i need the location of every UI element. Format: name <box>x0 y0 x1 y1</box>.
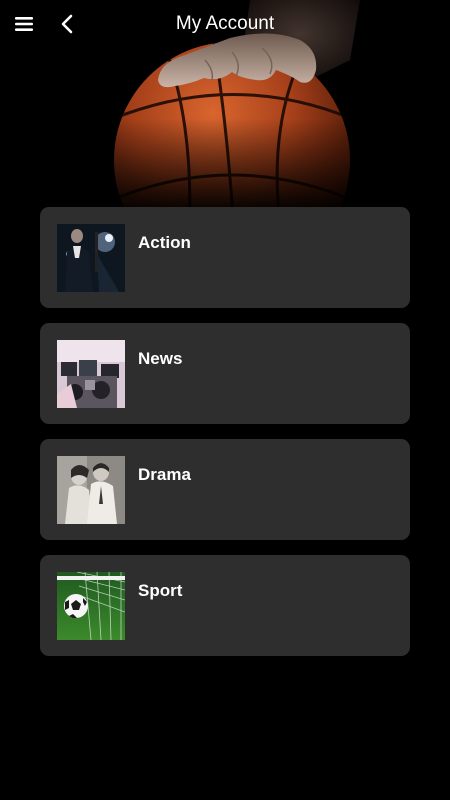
chevron-left-icon[interactable] <box>56 12 80 36</box>
category-list: Action News Drama Sport <box>40 207 410 671</box>
category-label: News <box>138 349 183 368</box>
drama-thumbnail <box>57 456 125 524</box>
category-card-action[interactable]: Action <box>40 207 410 308</box>
category-label: Sport <box>138 581 183 600</box>
hamburger-menu-icon[interactable] <box>12 12 36 36</box>
action-thumbnail <box>57 224 125 292</box>
category-label: Drama <box>138 465 191 484</box>
category-card-drama[interactable]: Drama <box>40 439 410 540</box>
top-bar: My Account <box>0 0 450 48</box>
category-card-sport[interactable]: Sport <box>40 555 410 656</box>
my-account-screen: My Account Action News Drama Sport <box>0 0 450 800</box>
sport-thumbnail <box>57 572 125 640</box>
category-label: Action <box>138 233 191 252</box>
category-card-news[interactable]: News <box>40 323 410 424</box>
news-thumbnail <box>57 340 125 408</box>
